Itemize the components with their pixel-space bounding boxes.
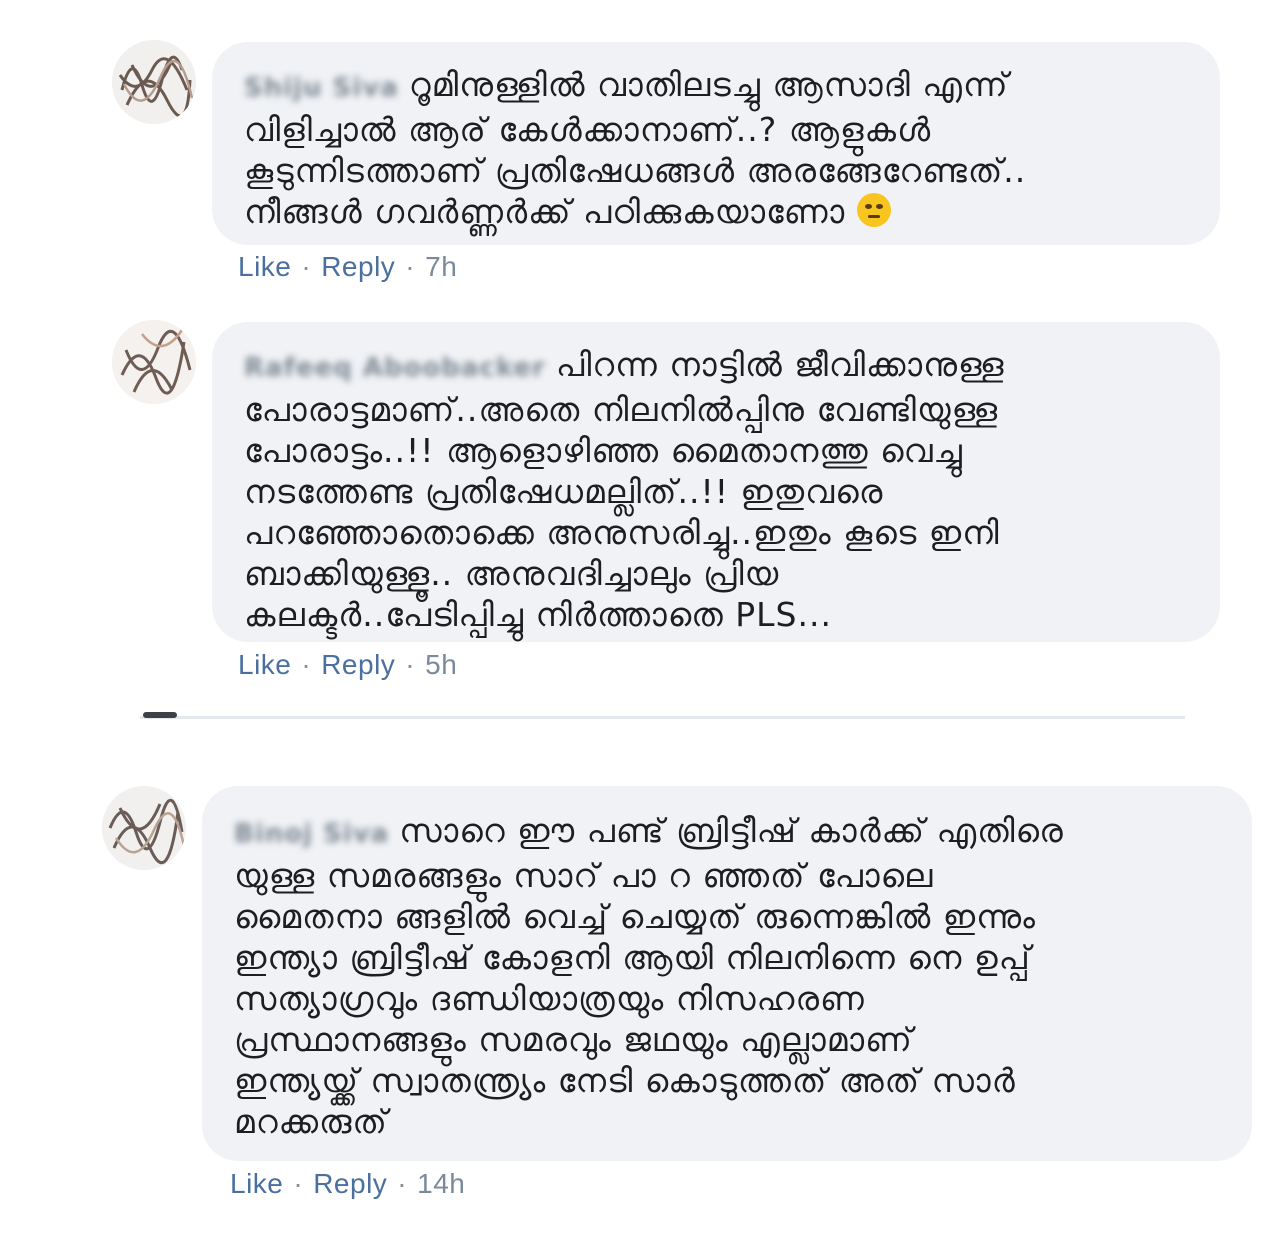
avatar-image-icon <box>102 786 186 870</box>
comment-time[interactable]: 7h <box>425 251 457 282</box>
comment-actions: Like · Reply · 5h <box>238 649 457 681</box>
separator: · <box>301 251 312 282</box>
separator: · <box>405 649 416 680</box>
avatar[interactable] <box>112 40 196 124</box>
avatar-image-icon <box>112 320 196 404</box>
reply-button[interactable]: Reply <box>321 251 395 282</box>
divider-mark <box>143 712 177 718</box>
comment-time[interactable]: 14h <box>417 1168 465 1199</box>
comment-bubble: Binoj Siva സാറെ ഈ പണ്ട് ബ്രിട്ടീഷ് കാർക്ക… <box>202 786 1252 1161</box>
comment-bubble: Rafeeq Aboobacker പിറന്ന നാട്ടിൽ ജീവിക്കാ… <box>212 322 1220 642</box>
separator: · <box>405 251 416 282</box>
comment-author[interactable]: Binoj Siva <box>234 814 389 855</box>
like-button[interactable]: Like <box>230 1168 283 1199</box>
avatar[interactable] <box>112 320 196 404</box>
avatar-image-icon <box>112 40 196 124</box>
comment-bubble: Shiju Siva റൂമിനുള്ളിൽ വാതിലടച്ചു ആസാദി എ… <box>212 42 1220 245</box>
like-button[interactable]: Like <box>238 251 291 282</box>
comment-actions: Like · Reply · 14h <box>230 1168 465 1200</box>
reply-button[interactable]: Reply <box>313 1168 387 1199</box>
comment-author[interactable]: Rafeeq Aboobacker <box>244 348 546 389</box>
comment-author[interactable]: Shiju Siva <box>244 68 399 109</box>
eye-roll-emoji-icon <box>857 193 892 227</box>
comment-time[interactable]: 5h <box>425 649 457 680</box>
divider <box>140 716 1185 719</box>
comment-actions: Like · Reply · 7h <box>238 251 457 283</box>
separator: · <box>293 1168 304 1199</box>
like-button[interactable]: Like <box>238 649 291 680</box>
comment-text: സാറെ ഈ പണ്ട് ബ്രിട്ടീഷ് കാർക്ക് എതിരെ യു… <box>234 811 1064 1141</box>
separator: · <box>301 649 312 680</box>
reply-button[interactable]: Reply <box>321 649 395 680</box>
separator: · <box>397 1168 408 1199</box>
avatar[interactable] <box>102 786 186 870</box>
